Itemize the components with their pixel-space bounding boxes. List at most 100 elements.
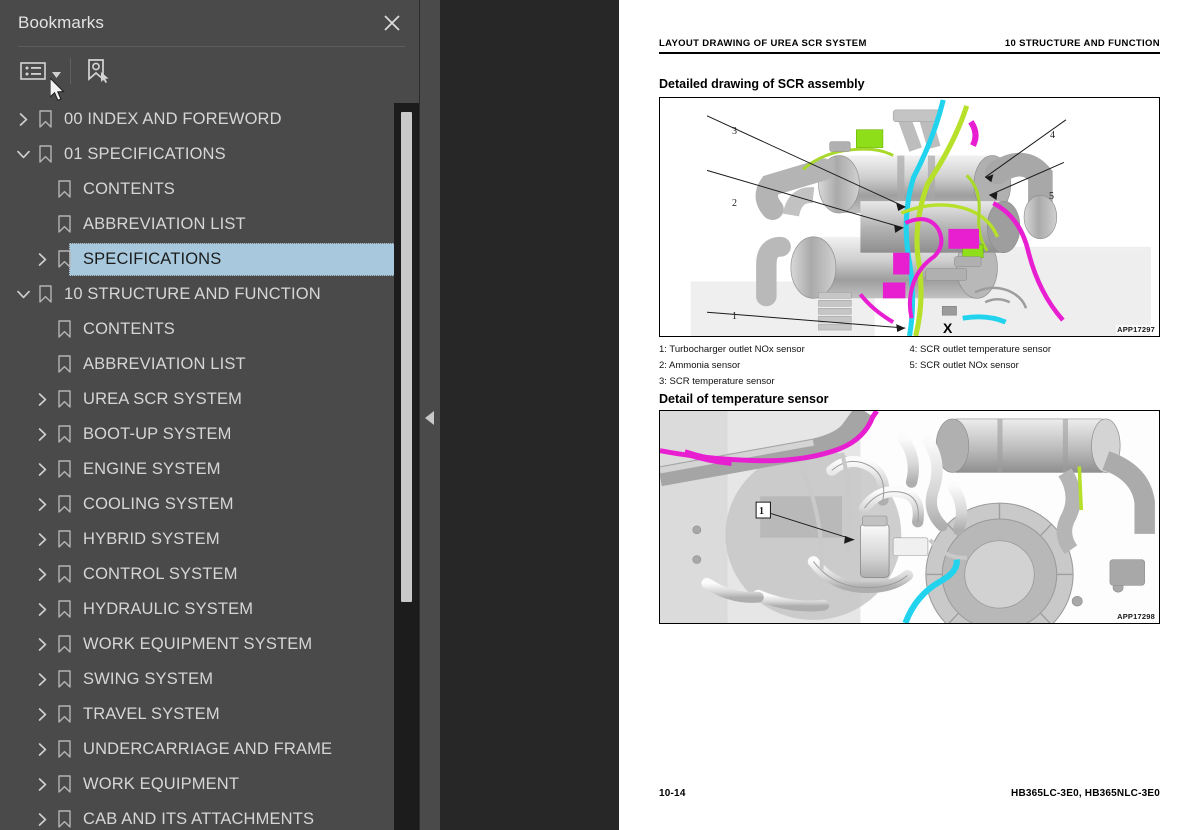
bookmark-item-label: SWING SYSTEM xyxy=(83,669,214,688)
bookmark-tree-item[interactable]: HYDRAULIC SYSTEM xyxy=(0,592,419,627)
chevron-right-icon[interactable] xyxy=(31,452,53,487)
legend-item: 5: SCR outlet NOx sensor xyxy=(909,360,1019,371)
bookmark-icon xyxy=(53,592,75,627)
bookmark-tree-item[interactable]: 10 STRUCTURE AND FUNCTION xyxy=(0,277,419,312)
chevron-right-icon[interactable] xyxy=(31,522,53,557)
bookmark-tree-item[interactable]: SWING SYSTEM xyxy=(0,662,419,697)
legend-item: 2: Ammonia sensor xyxy=(659,360,741,371)
figure-temperature-sensor: 1 APP17298 xyxy=(659,410,1160,624)
bookmark-item-label: COOLING SYSTEM xyxy=(83,494,234,513)
bookmark-item-label: 00 INDEX AND FOREWORD xyxy=(64,109,282,128)
panel-title: Bookmarks xyxy=(18,13,104,32)
bookmark-icon xyxy=(53,207,75,242)
pdf-reader-window: Bookmarks 00 INDEX AND FOREWORD 01 SPECI… xyxy=(0,0,1200,830)
chevron-right-icon[interactable] xyxy=(12,102,34,137)
bookmarks-panel-header: Bookmarks xyxy=(0,0,419,46)
bookmark-icon xyxy=(53,382,75,417)
figure1-callout-4: 4 xyxy=(1050,130,1055,141)
figure1-callout-2: 2 xyxy=(732,198,737,209)
page-footer: 10-14 HB365LC-3E0, HB365NLC-3E0 xyxy=(659,788,1160,799)
chevron-right-icon[interactable] xyxy=(31,802,53,830)
chevron-right-icon[interactable] xyxy=(31,382,53,417)
chevron-down-icon[interactable] xyxy=(12,277,34,312)
scrollbar-thumb[interactable] xyxy=(401,112,412,602)
document-page[interactable]: LAYOUT DRAWING OF UREA SCR SYSTEM 10 STR… xyxy=(619,0,1200,830)
bookmark-tree-item[interactable]: CONTROL SYSTEM xyxy=(0,557,419,592)
bookmark-icon xyxy=(53,662,75,697)
bookmark-icon xyxy=(53,732,75,767)
section-title-1: Detailed drawing of SCR assembly xyxy=(659,77,865,91)
bookmark-icon xyxy=(34,137,56,172)
bookmark-icon xyxy=(53,312,75,347)
bookmark-item-label: ABBREVIATION LIST xyxy=(83,354,246,373)
figure1-callout-5: 5 xyxy=(1049,191,1054,202)
bookmark-tree-item[interactable]: SPECIFICATIONS xyxy=(0,242,419,277)
page-header-left: LAYOUT DRAWING OF UREA SCR SYSTEM xyxy=(659,38,867,49)
bookmark-item-label: BOOT-UP SYSTEM xyxy=(83,424,232,443)
chevron-right-icon[interactable] xyxy=(31,487,53,522)
toolbar-divider xyxy=(70,57,71,84)
bookmark-item-label: 10 STRUCTURE AND FUNCTION xyxy=(64,284,321,303)
bookmark-icon xyxy=(53,172,75,207)
section-title-2: Detail of temperature sensor xyxy=(659,392,829,406)
figure2-id: APP17298 xyxy=(1116,612,1156,621)
chevron-right-icon[interactable] xyxy=(31,662,53,697)
list-view-icon[interactable] xyxy=(18,55,48,87)
bookmark-tree-item[interactable]: UREA SCR SYSTEM xyxy=(0,382,419,417)
chevron-down-icon[interactable] xyxy=(48,55,64,87)
bookmark-icon xyxy=(53,557,75,592)
bookmark-tree-item[interactable]: WORK EQUIPMENT SYSTEM xyxy=(0,627,419,662)
bookmark-icon xyxy=(53,452,75,487)
bookmark-tree-item[interactable]: WORK EQUIPMENT xyxy=(0,767,419,802)
legend-item: 1: Turbocharger outlet NOx sensor xyxy=(659,344,805,355)
bookmark-item-label: TRAVEL SYSTEM xyxy=(83,704,220,723)
bookmark-item-label: ABBREVIATION LIST xyxy=(83,214,246,233)
bookmark-item-label: 01 SPECIFICATIONS xyxy=(64,144,226,163)
bookmark-tree-item[interactable]: CAB AND ITS ATTACHMENTS xyxy=(0,802,419,830)
chevron-right-icon[interactable] xyxy=(31,242,53,277)
bookmark-tree-item[interactable]: UNDERCARRIAGE AND FRAME xyxy=(0,732,419,767)
bookmark-tree-item[interactable]: CONTENTS xyxy=(0,312,419,347)
chevron-down-icon[interactable] xyxy=(12,137,34,172)
chevron-right-icon[interactable] xyxy=(31,732,53,767)
bookmark-tree-item[interactable]: 00 INDEX AND FOREWORD xyxy=(0,102,419,137)
bookmark-item-label: CONTENTS xyxy=(83,179,175,198)
bookmark-item-label: HYBRID SYSTEM xyxy=(83,529,220,548)
bookmark-tree-item[interactable]: COOLING SYSTEM xyxy=(0,487,419,522)
bookmark-tree-item[interactable]: TRAVEL SYSTEM xyxy=(0,697,419,732)
chevron-right-icon[interactable] xyxy=(31,417,53,452)
figure2-callout-1: 1 xyxy=(759,506,764,517)
bookmark-tree-item[interactable]: ABBREVIATION LIST xyxy=(0,207,419,242)
legend-column-right: 4: SCR outlet temperature sensor 5: SCR … xyxy=(910,342,1161,390)
figure1-x-marker: X xyxy=(943,320,953,336)
figure1-legend: 1: Turbocharger outlet NOx sensor 2: Amm… xyxy=(659,342,1160,390)
bookmark-icon xyxy=(53,522,75,557)
close-icon[interactable] xyxy=(379,10,405,36)
bookmark-item-label: ENGINE SYSTEM xyxy=(83,459,221,478)
bookmark-tree-item[interactable]: HYBRID SYSTEM xyxy=(0,522,419,557)
bookmark-tree-item[interactable]: 01 SPECIFICATIONS xyxy=(0,137,419,172)
collapse-left-icon[interactable] xyxy=(420,400,440,436)
bookmark-tree-item[interactable]: BOOT-UP SYSTEM xyxy=(0,417,419,452)
bookmark-tree-item[interactable]: ABBREVIATION LIST xyxy=(0,347,419,382)
bookmarks-tree: 00 INDEX AND FOREWORD 01 SPECIFICATIONS CO… xyxy=(0,95,419,830)
chevron-right-icon[interactable] xyxy=(31,697,53,732)
figure-scr-assembly: 3 4 2 5 1 X APP17297 xyxy=(659,97,1160,337)
bookmark-item-label: CONTROL SYSTEM xyxy=(83,564,238,583)
chevron-right-icon[interactable] xyxy=(31,767,53,802)
legend-item: 3: SCR temperature sensor xyxy=(659,376,775,387)
chevron-right-icon[interactable] xyxy=(31,557,53,592)
bookmark-tree-item[interactable]: CONTENTS xyxy=(0,172,419,207)
figure-temperature-sensor-drawing xyxy=(660,411,1159,623)
bookmark-item-label: CAB AND ITS ATTACHMENTS xyxy=(83,809,315,828)
bookmark-tree-item[interactable]: ENGINE SYSTEM xyxy=(0,452,419,487)
page-header: LAYOUT DRAWING OF UREA SCR SYSTEM 10 STR… xyxy=(659,0,1160,54)
new-bookmark-icon[interactable] xyxy=(81,55,113,87)
bookmark-icon xyxy=(53,627,75,662)
header-rule xyxy=(659,52,1160,54)
model-number: HB365LC-3E0, HB365NLC-3E0 xyxy=(1011,788,1160,799)
bookmark-item-label: HYDRAULIC SYSTEM xyxy=(83,599,254,618)
bookmarks-scrollbar[interactable] xyxy=(394,103,419,830)
chevron-right-icon[interactable] xyxy=(31,592,53,627)
chevron-right-icon[interactable] xyxy=(31,627,53,662)
